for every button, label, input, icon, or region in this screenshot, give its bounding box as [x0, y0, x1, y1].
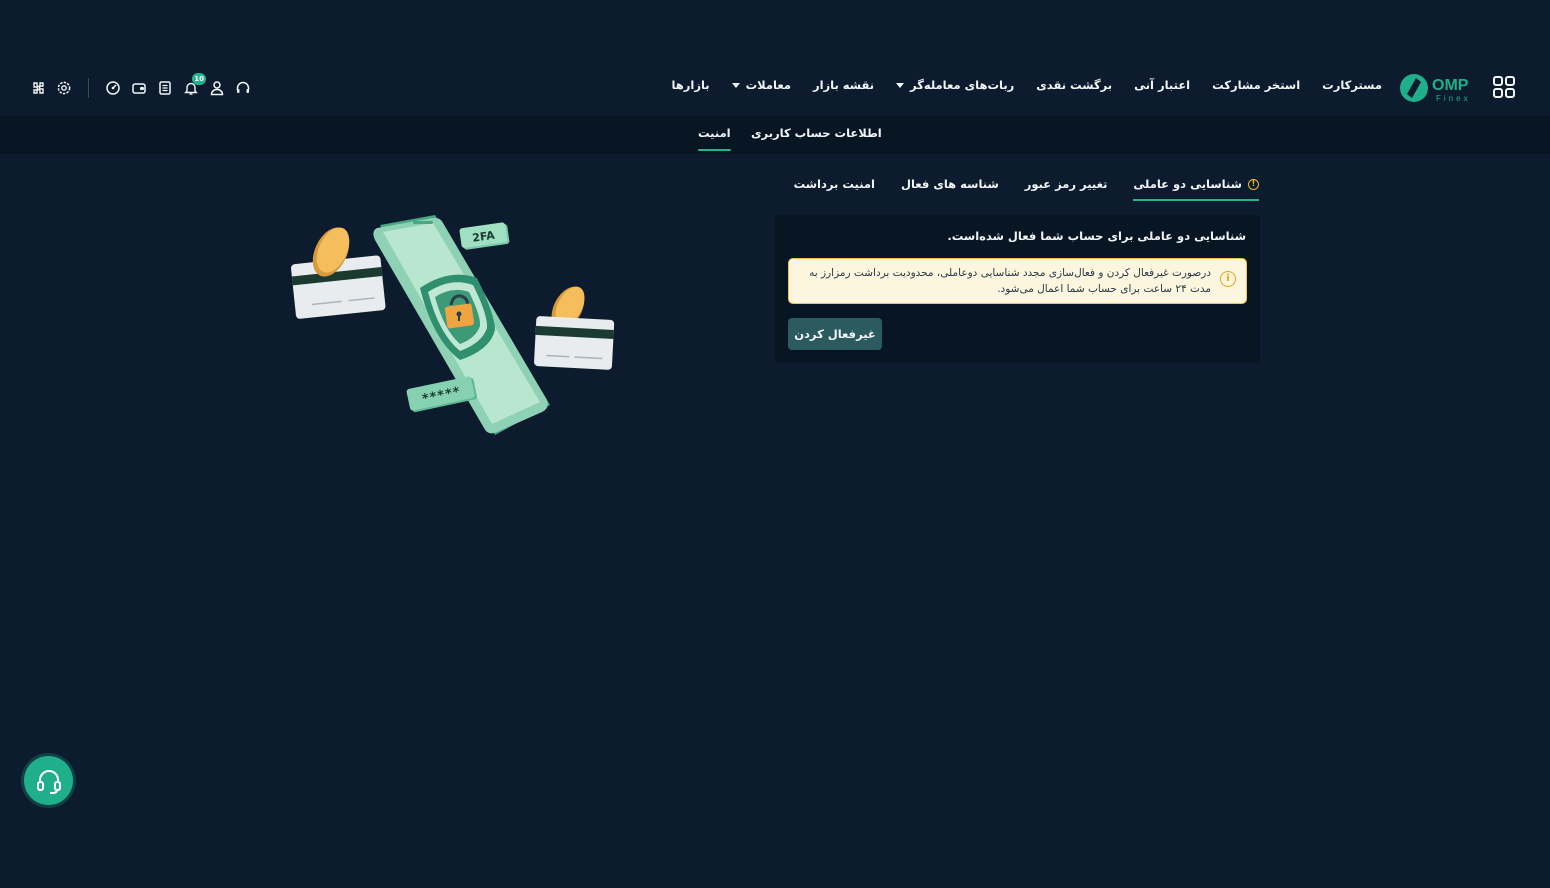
tab-active-sessions-label: شناسه های فعال — [901, 177, 999, 191]
card-right-icon — [534, 316, 615, 370]
tab-active-sessions[interactable]: شناسه های فعال — [901, 177, 999, 201]
support-icon[interactable] — [235, 80, 251, 96]
password-badge: ***** — [406, 376, 478, 413]
nav-instant-credit[interactable]: اعتبار آنی — [1134, 78, 1190, 92]
nav-staking-pool[interactable]: استخر مشارکت — [1212, 78, 1300, 92]
warning-icon: ! — [1248, 178, 1259, 190]
nav-market-map[interactable]: نقشه بازار — [813, 78, 874, 92]
nav-trading-bots-label: ربات‌های معامله‌گر — [910, 78, 1015, 92]
security-tabs: ! شناسایی دو عاملی تغییر رمز عبور شناسه … — [794, 177, 1259, 201]
notification-count-badge: 10 — [192, 73, 206, 85]
nav-cashback[interactable]: برگشت نقدی — [1036, 78, 1112, 92]
report-icon[interactable] — [157, 80, 173, 96]
two-factor-status-title: شناسایی دو عاملی برای حساب شما فعال شده‌… — [947, 229, 1246, 243]
bell-icon[interactable]: 10 — [183, 73, 206, 96]
two-factor-card: شناسایی دو عاملی برای حساب شما فعال شده‌… — [775, 215, 1260, 363]
dashboard-icon[interactable] — [105, 80, 121, 96]
nav-trades-label: معاملات — [745, 78, 791, 92]
user-icon[interactable] — [209, 80, 225, 96]
main-nav: بازارها معاملات نقشه بازار ربات‌های معام… — [671, 78, 1382, 92]
tools-divider — [88, 78, 89, 98]
settings-icon[interactable] — [56, 80, 72, 96]
apps-grid-icon[interactable] — [1493, 76, 1515, 98]
nav-staking-pool-label: استخر مشارکت — [1212, 78, 1301, 92]
tab-two-factor-label: شناسایی دو عاملی — [1133, 177, 1242, 191]
wallet-icon[interactable] — [131, 80, 147, 96]
caret-down-icon — [896, 82, 905, 88]
warning-alert: i درصورت غیرفعال کردن و فعال‌سازی مجدد ش… — [788, 258, 1247, 304]
nav-trading-bots[interactable]: ربات‌های معامله‌گر — [896, 78, 1014, 92]
nav-mastercard[interactable]: مسترکارت — [1322, 78, 1382, 92]
logo-subtext: Finex — [1436, 94, 1471, 103]
nav-trades[interactable]: معاملات — [731, 78, 791, 92]
tab-security[interactable]: امنیت — [698, 126, 731, 151]
tab-withdraw-security[interactable]: امنیت برداشت — [794, 177, 875, 201]
info-icon: i — [1220, 271, 1236, 287]
tab-change-password-label: تغییر رمز عبور — [1024, 177, 1108, 191]
logo-text: OMP — [1432, 77, 1469, 94]
caret-down-icon — [731, 82, 740, 88]
two-factor-illustration: 2FA ***** — [291, 215, 615, 435]
nav-mastercard-label: مسترکارت — [1322, 78, 1382, 92]
tab-two-factor[interactable]: ! شناسایی دو عاملی — [1133, 177, 1259, 201]
omp-finex-logo[interactable]: OMP Finex — [1398, 70, 1478, 106]
tab-account-info[interactable]: اطلاعات حساب کاربری — [751, 126, 882, 140]
profile-subnav: اطلاعات حساب کاربری امنیت — [0, 116, 1550, 154]
headset-icon — [36, 769, 61, 794]
nav-markets-label: بازارها — [671, 78, 710, 92]
tab-withdraw-security-label: امنیت برداشت — [793, 177, 875, 191]
nav-markets[interactable]: بازارها — [671, 78, 709, 92]
support-chat-button[interactable] — [24, 756, 73, 805]
alert-text: درصورت غیرفعال کردن و فعال‌سازی مجدد شنا… — [809, 267, 1211, 295]
deactivate-2fa-button[interactable]: غیرفعال کردن — [788, 318, 882, 350]
puzzle-icon[interactable] — [30, 80, 46, 96]
2fa-badge: 2FA — [459, 222, 510, 250]
tab-change-password[interactable]: تغییر رمز عبور — [1025, 177, 1108, 201]
nav-market-map-label: نقشه بازار — [812, 78, 875, 92]
top-header: OMP Finex بازارها معاملات نقشه بازار ربا… — [0, 60, 1550, 116]
nav-instant-credit-label: اعتبار آنی — [1134, 78, 1191, 92]
nav-cashback-label: برگشت نقدی — [1036, 78, 1113, 92]
header-tools: 10 — [30, 73, 251, 98]
